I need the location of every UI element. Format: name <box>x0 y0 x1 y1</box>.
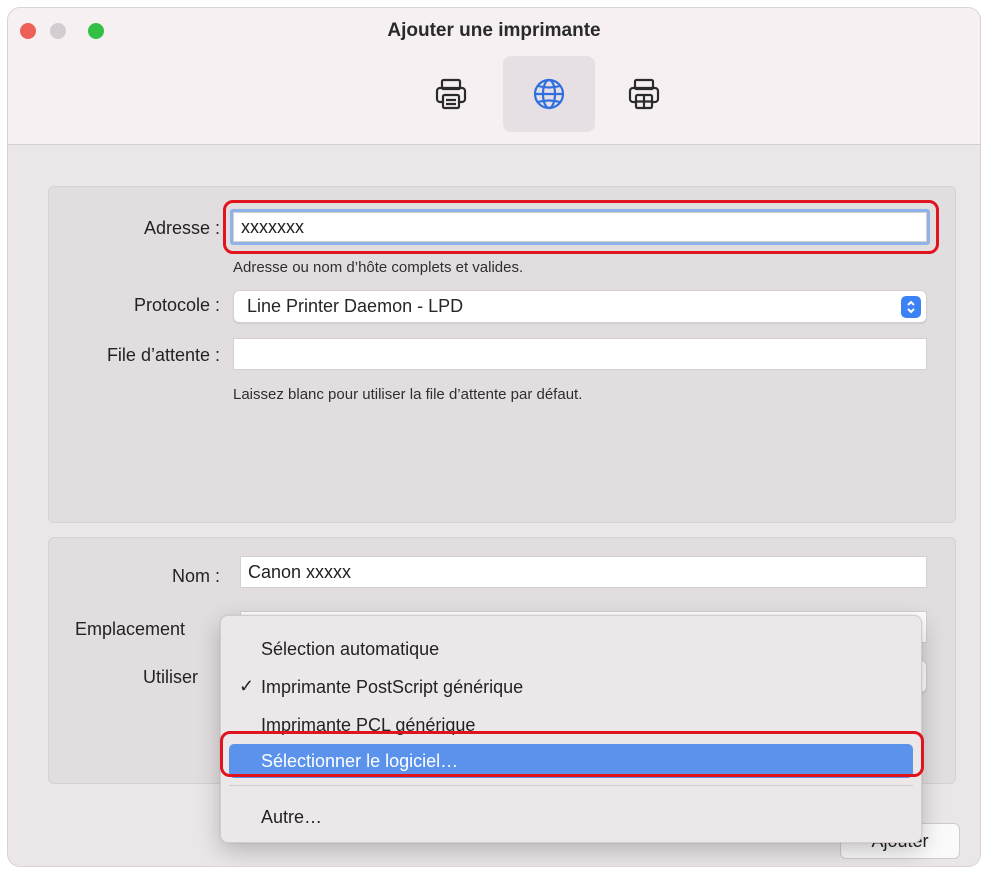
protocol-select[interactable]: Line Printer Daemon - LPD <box>233 290 927 323</box>
use-label: Utiliser <box>143 667 199 687</box>
name-input[interactable]: Canon xxxxx <box>240 556 927 588</box>
menu-item-label: Sélection automatique <box>261 638 440 659</box>
add-printer-window: Ajouter une imprimante Adresse: xxxxxxx… <box>8 8 980 866</box>
queue-label: File d’attente : <box>106 345 220 365</box>
printer-icon <box>435 78 467 110</box>
address-label: Adresse : <box>143 218 220 238</box>
queue-input[interactable] <box>233 338 927 370</box>
protocol-label: Protocole : <box>133 295 220 315</box>
driver-popup-menu: Sélection automatique ✓ Imprimante PostS… <box>220 615 922 843</box>
menu-item-auto[interactable]: Sélection automatique <box>229 632 913 666</box>
address-highlight-box <box>223 200 939 254</box>
protocol-value: Line Printer Daemon - LPD <box>247 296 464 316</box>
toolbar-windows-button[interactable] <box>598 56 690 132</box>
select-software-highlight-box <box>220 731 924 777</box>
toolbar-ip-button[interactable] <box>503 56 595 132</box>
globe-icon <box>533 78 565 110</box>
address-hint: Adresse ou nom d’hôte complets et valide… <box>233 259 524 276</box>
menu-item-label: Imprimante PostScript générique <box>261 676 524 697</box>
menu-item-postscript[interactable]: ✓ Imprimante PostScript générique <box>229 670 913 704</box>
toolbar-default-button[interactable] <box>405 56 497 132</box>
queue-hint: Laissez blanc pour utiliser la file d’at… <box>233 386 583 403</box>
menu-item-label: Autre… <box>261 806 323 827</box>
menu-separator <box>229 785 913 786</box>
popup-stepper-icon <box>901 296 921 318</box>
windows-printer-icon <box>628 78 660 110</box>
menu-item-other[interactable]: Autre… <box>229 800 913 834</box>
location-label: Emplacement <box>75 619 186 639</box>
checkmark-icon: ✓ <box>239 676 255 696</box>
name-label: Nom : <box>171 566 220 586</box>
title-bar: Ajouter une imprimante <box>8 8 980 145</box>
window-title: Ajouter une imprimante <box>387 20 601 41</box>
